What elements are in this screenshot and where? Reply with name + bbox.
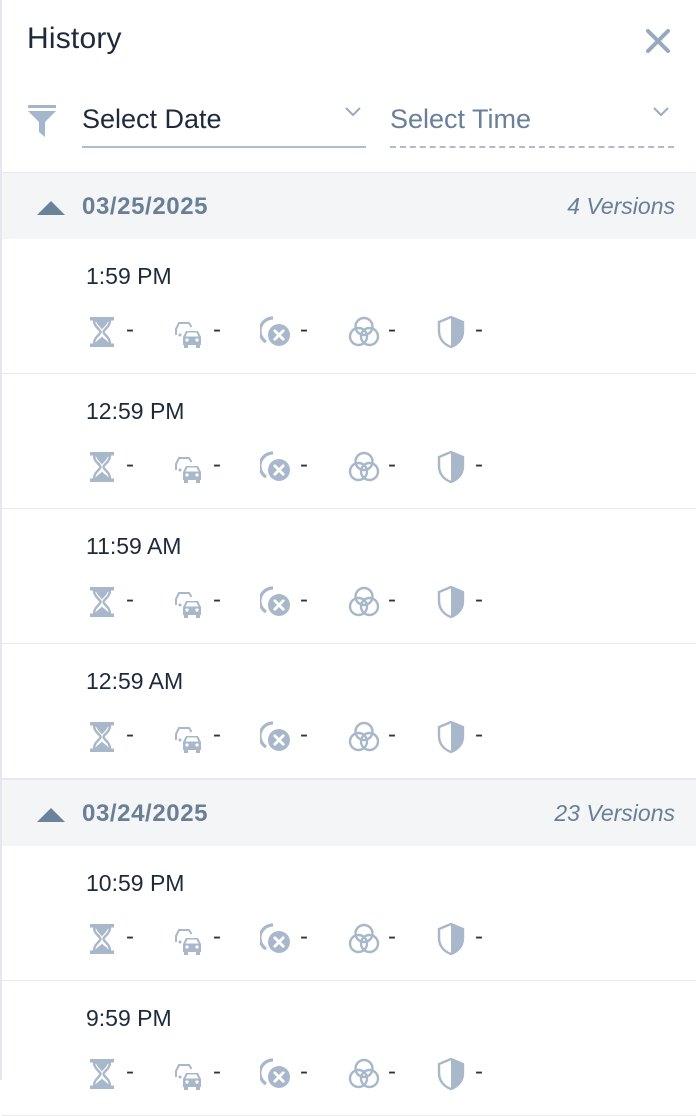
metric-value: - bbox=[126, 721, 134, 748]
version-time: 12:59 PM bbox=[86, 398, 185, 424]
metric-value: - bbox=[300, 586, 308, 613]
metric-value: - bbox=[475, 451, 483, 478]
date-select[interactable]: Select Date bbox=[82, 100, 366, 148]
metric-value: - bbox=[213, 1058, 221, 1085]
version-row[interactable]: 10:59 PM - - - - - bbox=[2, 846, 696, 981]
date-group-header[interactable]: 03/24/2025 23 Versions bbox=[2, 779, 696, 846]
version-time: 12:59 AM bbox=[86, 668, 184, 694]
metric-value: - bbox=[126, 451, 134, 478]
chevron-down-icon bbox=[345, 107, 361, 117]
metric-value: - bbox=[126, 586, 134, 613]
metric-value: - bbox=[213, 586, 221, 613]
metric-value: - bbox=[213, 451, 221, 478]
metric-value: - bbox=[213, 923, 221, 950]
version-row[interactable]: 11:59 AM - - - - - bbox=[2, 509, 696, 644]
metric-value: - bbox=[300, 451, 308, 478]
version-row[interactable]: 9:59 PM - - - - - bbox=[2, 981, 696, 1116]
caret-up-icon[interactable] bbox=[36, 807, 66, 823]
date-select-value: Select Date bbox=[82, 104, 222, 134]
metric-value: - bbox=[300, 721, 308, 748]
metric-value: - bbox=[475, 923, 483, 950]
metric-value: - bbox=[126, 1058, 134, 1085]
metric-value: - bbox=[300, 1058, 308, 1085]
caret-up-icon[interactable] bbox=[36, 200, 66, 216]
filter-icon[interactable] bbox=[27, 104, 57, 138]
version-row[interactable]: 12:59 AM - - - - - bbox=[2, 644, 696, 779]
metric-value: - bbox=[213, 721, 221, 748]
metric-value: - bbox=[475, 316, 483, 343]
group-date: 03/25/2025 bbox=[82, 193, 209, 220]
time-select-value: Select Time bbox=[390, 104, 532, 134]
metric-value: - bbox=[388, 1058, 396, 1085]
version-row[interactable]: 1:59 PM - - - - - bbox=[2, 239, 696, 374]
metric-value: - bbox=[213, 316, 221, 343]
metric-value: - bbox=[388, 586, 396, 613]
version-count: 4 Versions bbox=[567, 193, 675, 219]
metric-value: - bbox=[388, 923, 396, 950]
metric-value: - bbox=[388, 451, 396, 478]
metric-value: - bbox=[126, 923, 134, 950]
metric-value: - bbox=[300, 923, 308, 950]
metric-value: - bbox=[475, 586, 483, 613]
metric-value: - bbox=[475, 1058, 483, 1085]
chevron-down-icon bbox=[653, 107, 669, 117]
metric-value: - bbox=[388, 316, 396, 343]
panel-title: History bbox=[27, 22, 122, 55]
metric-value: - bbox=[388, 721, 396, 748]
version-count: 23 Versions bbox=[554, 800, 675, 826]
version-time: 1:59 PM bbox=[86, 263, 172, 289]
version-time: 9:59 PM bbox=[86, 1005, 172, 1031]
date-group-header[interactable]: 03/25/2025 4 Versions bbox=[2, 172, 696, 239]
history-list: 03/25/2025 4 Versions 1:59 PM - - - - - 1… bbox=[2, 172, 696, 1116]
close-icon bbox=[646, 29, 670, 53]
time-select[interactable]: Select Time bbox=[390, 100, 674, 148]
version-time: 11:59 AM bbox=[86, 533, 182, 559]
group-date: 03/24/2025 bbox=[82, 800, 209, 827]
version-row[interactable]: 12:59 PM - - - - - bbox=[2, 374, 696, 509]
close-button[interactable] bbox=[643, 26, 673, 56]
metric-value: - bbox=[475, 721, 483, 748]
history-header: History Select Date Select Time bbox=[0, 0, 696, 172]
metric-value: - bbox=[300, 316, 308, 343]
version-time: 10:59 PM bbox=[86, 870, 185, 896]
metric-value: - bbox=[126, 316, 134, 343]
